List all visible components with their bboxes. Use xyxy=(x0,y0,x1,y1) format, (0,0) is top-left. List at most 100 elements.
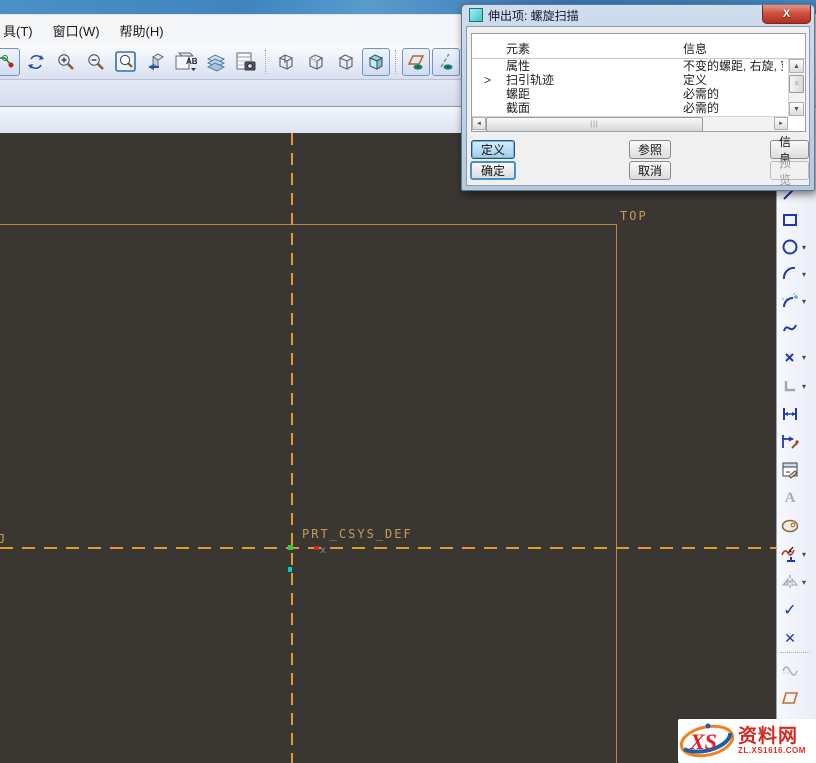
dimension-tool[interactable] xyxy=(779,402,815,426)
info-cell: 必需的 xyxy=(683,87,783,101)
chevron-down-icon[interactable]: ▾ xyxy=(802,382,806,391)
chevron-down-icon[interactable]: ▾ xyxy=(802,270,806,279)
chevron-down-icon[interactable]: ▾ xyxy=(802,550,806,559)
fillet-icon xyxy=(779,290,801,312)
toolbar-separator xyxy=(395,50,397,74)
cancel-sketch-button[interactable]: ✕ xyxy=(779,626,815,650)
zoom-in-icon[interactable] xyxy=(52,48,80,76)
xs-logo-icon: XS xyxy=(678,721,736,761)
sketch-tool-icon[interactable] xyxy=(0,48,20,76)
refit-icon[interactable] xyxy=(112,48,140,76)
arc-tool[interactable]: ▾ xyxy=(779,262,815,286)
wireframe-display-icon[interactable] xyxy=(272,48,300,76)
layers-icon[interactable] xyxy=(202,48,230,76)
sketch-point-red[interactable] xyxy=(314,546,319,550)
dimension-icon xyxy=(779,403,801,425)
chevron-down-icon[interactable]: ▾ xyxy=(802,353,806,362)
text-tool[interactable]: A xyxy=(779,486,815,510)
vertical-scrollbar[interactable]: ▲ ≡ ▼ xyxy=(788,59,804,116)
mirror-tool[interactable]: ▾ xyxy=(779,570,815,594)
preview-button[interactable]: 预览 xyxy=(770,161,809,180)
pointer-snap-marker: x xyxy=(320,545,326,556)
element-cell: 螺距 xyxy=(506,87,530,101)
palette-icon xyxy=(779,515,801,537)
datum-plane-toggle-icon[interactable] xyxy=(402,48,430,76)
spline-tool[interactable] xyxy=(779,316,815,340)
zoom-orient-icon[interactable] xyxy=(22,48,50,76)
palette-tool[interactable] xyxy=(779,514,815,538)
named-views-icon[interactable]: AB xyxy=(172,48,200,76)
horizontal-scroll-thumb[interactable]: ||| xyxy=(486,117,703,132)
datum-plane-right-edge xyxy=(616,224,617,763)
parallelogram-icon xyxy=(779,686,801,708)
spline-icon xyxy=(779,317,801,339)
vertical-scroll-thumb[interactable]: ≡ xyxy=(789,75,804,93)
fillet-tool[interactable]: ▾ xyxy=(779,289,815,313)
scroll-left-icon[interactable]: ◄ xyxy=(472,117,486,130)
current-row-marker: > xyxy=(484,73,500,87)
table-row[interactable]: > 扫引轨迹 定义 xyxy=(472,73,788,87)
done-button[interactable]: ✓ xyxy=(779,598,815,622)
wave-tool[interactable] xyxy=(779,657,815,681)
zoom-out-icon[interactable] xyxy=(82,48,110,76)
circle-icon xyxy=(779,236,801,258)
menu-window[interactable]: 窗口(W) xyxy=(43,17,110,44)
parallelogram-tool[interactable] xyxy=(779,685,815,709)
modify-dimensions-icon xyxy=(779,459,801,481)
dialog-title: 伸出项: 螺旋扫描 xyxy=(488,7,579,24)
define-button[interactable]: 定义 xyxy=(471,140,515,159)
sketcher-toolbar: ▾ ▾ ▾ ▾ ▾ A ▾ ▾ ✓ ✕ xyxy=(776,133,816,763)
scroll-track[interactable] xyxy=(703,117,774,131)
element-cell: 属性 xyxy=(506,59,530,73)
cancel-button[interactable]: 取消 xyxy=(629,161,671,180)
sketchbar-divider xyxy=(780,652,810,653)
graphics-canvas[interactable]: TOP PRT_CSYS_DEF J x xyxy=(0,133,776,763)
horizontal-centerline xyxy=(0,547,776,549)
table-row[interactable]: 属性 不变的螺距, 右旋, 穿 xyxy=(472,59,788,73)
vertical-centerline xyxy=(291,133,293,763)
ab-glyph: AB xyxy=(186,57,198,66)
shaded-display-icon[interactable] xyxy=(362,48,390,76)
text-icon: A xyxy=(779,487,801,509)
sketch-start-point[interactable] xyxy=(288,545,293,550)
clipped-datum-label: J xyxy=(0,532,7,546)
close-button[interactable]: X xyxy=(762,5,811,24)
trim-icon xyxy=(779,543,801,565)
view-manager-icon[interactable] xyxy=(232,48,260,76)
rectangle-tool[interactable] xyxy=(779,208,815,232)
hidden-line-display-icon[interactable] xyxy=(302,48,330,76)
scroll-up-icon[interactable]: ▲ xyxy=(789,59,804,73)
helical-sweep-dialog: 伸出项: 螺旋扫描 X 元素 信息 属性 不变的螺距, 右旋, 穿 > 扫引轨迹… xyxy=(461,4,815,191)
no-hidden-display-icon[interactable] xyxy=(332,48,360,76)
logo-text: XS xyxy=(689,729,717,754)
element-cell: 截面 xyxy=(506,101,530,115)
datum-plane-top-edge xyxy=(0,224,617,225)
circle-tool[interactable]: ▾ xyxy=(779,235,815,259)
references-button[interactable]: 参照 xyxy=(629,140,671,159)
chevron-down-icon[interactable]: ▾ xyxy=(802,578,806,587)
column-element: 元素 xyxy=(506,40,530,57)
table-row[interactable]: 螺距 必需的 xyxy=(472,87,788,101)
horizontal-scrollbar[interactable]: ◄ ||| ► xyxy=(472,116,788,131)
ordinate-dimension-tool[interactable] xyxy=(779,430,815,454)
scroll-down-icon[interactable]: ▼ xyxy=(789,102,804,116)
chevron-down-icon[interactable]: ▾ xyxy=(802,297,806,306)
csys-label: PRT_CSYS_DEF xyxy=(302,527,413,541)
scroll-right-icon[interactable]: ► xyxy=(774,117,788,130)
menu-tools[interactable]: 具(T) xyxy=(0,17,43,44)
close-icon: X xyxy=(783,8,790,20)
element-table[interactable]: 元素 信息 属性 不变的螺距, 右旋, 穿 > 扫引轨迹 定义 螺距 必需的 xyxy=(471,33,806,132)
ok-button[interactable]: 确定 xyxy=(470,161,516,180)
csys-tool[interactable]: ▾ xyxy=(779,374,815,398)
modify-dimensions-tool[interactable] xyxy=(779,458,815,482)
table-row[interactable]: 截面 必需的 xyxy=(472,101,788,115)
point-tool[interactable]: ▾ xyxy=(779,345,815,369)
sketch-point-cyan[interactable] xyxy=(288,567,292,572)
chevron-down-icon[interactable]: ▾ xyxy=(802,243,806,252)
menu-help[interactable]: 帮助(H) xyxy=(110,17,174,44)
trim-tool[interactable]: ▾ xyxy=(779,542,815,566)
info-cell: 不变的螺距, 右旋, 穿 xyxy=(683,59,783,73)
datum-axis-toggle-icon[interactable] xyxy=(432,48,460,76)
column-info: 信息 xyxy=(683,40,707,57)
repaint-icon[interactable] xyxy=(142,48,170,76)
